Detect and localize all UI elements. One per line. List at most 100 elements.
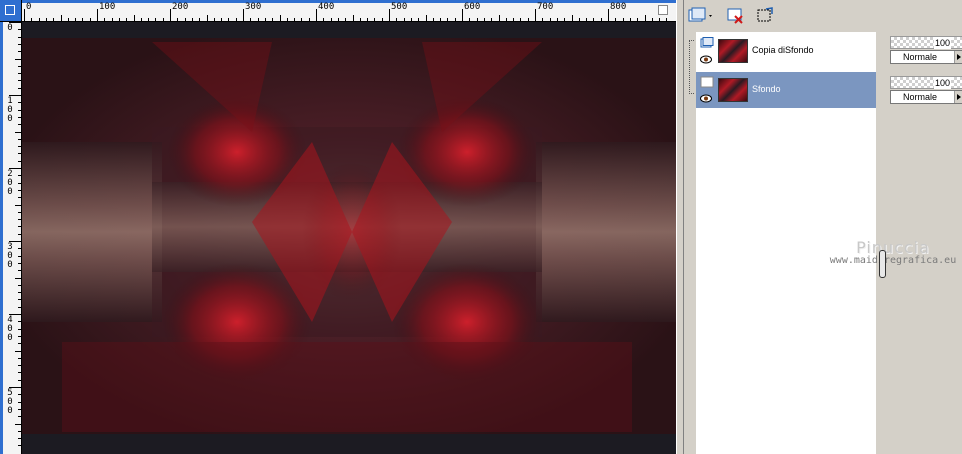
raster-layer-icon [700,37,714,48]
ruler-tick [323,18,325,21]
ruler-tick [250,18,252,21]
ruler-tick [491,18,493,21]
ruler-tick [18,124,21,126]
ruler-tick [18,219,21,221]
ruler-label: 100 [99,2,116,12]
ruler-tick [520,18,522,21]
ruler-label: 0 [7,23,13,33]
ruler-tick [15,58,21,60]
blend-mode-select[interactable]: Normale [890,90,962,104]
ruler-label: 5 0 0 [7,388,13,416]
ruler-label: 1 0 0 [7,96,13,124]
ruler-tick [454,18,456,21]
ruler-tick [571,15,573,21]
opacity-slider[interactable]: 100 [890,36,962,49]
ruler-tick [18,102,21,104]
ruler-tick [228,18,230,21]
ruler-tick [637,18,639,21]
ruler-tick [18,116,21,118]
ruler-tick [243,9,244,21]
dropdown-arrow-icon[interactable] [954,91,962,103]
ruler-tick [82,18,84,21]
ruler-tick [644,15,646,21]
pane-divider[interactable] [676,0,684,454]
ruler-tick [18,292,21,294]
ruler-tick [418,18,420,21]
ruler-tick [18,284,21,286]
delete-layer-button[interactable] [724,5,748,27]
image-canvas[interactable] [22,22,676,454]
ruler-tick [18,321,21,323]
ruler-tick [18,233,21,235]
ruler-tick [18,270,21,272]
opacity-slider[interactable]: 100 [890,76,962,89]
ruler-tick [272,18,274,21]
ruler-tick [18,430,21,432]
ruler-tick [18,445,21,447]
ruler-tick [15,277,21,279]
ruler-tick [294,18,296,21]
ruler-tick [24,9,25,21]
ruler-tick [18,189,21,191]
layer-row-copia[interactable]: Copia diSfondo [696,33,876,69]
visibility-eye-icon[interactable] [700,94,712,103]
ruler-tick [18,197,21,199]
ruler-tick [18,43,21,45]
ruler-tick [18,29,21,31]
ruler-tick [221,18,223,21]
ruler-tick [97,9,98,21]
ruler-tick [498,15,500,21]
ruler-tick [31,18,33,21]
ruler-tick [564,18,566,21]
ruler-tick [177,18,179,21]
layer-list-splitter[interactable] [878,32,886,454]
canvas-pane: 0 100 200 300 400 500 600 700 800 0 1 0 0 2 0 0 3 0… [0,0,676,454]
ruler-tick [425,15,427,21]
ruler-tick [162,18,164,21]
blend-mode-select[interactable]: Normale [890,50,962,64]
ruler-label: 600 [464,2,481,12]
ruler-tick [629,18,631,21]
ruler-tick [18,36,21,38]
ruler-tick [659,18,661,21]
ruler-tick [67,18,69,21]
ruler-tick [410,18,412,21]
layer-row-sfondo[interactable]: Sfondo [696,72,876,108]
splitter-handle[interactable] [879,250,886,278]
ruler-tick [535,9,536,21]
ruler-tick [235,18,237,21]
ruler-tick [316,9,317,21]
ruler-tick [206,15,208,21]
ruler-end-marker [658,5,668,15]
layer-list: Copia diSfondo Sfondo [696,32,876,454]
new-layer-button[interactable] [686,5,716,27]
ruler-tick [45,18,47,21]
ruler-tick [389,9,390,21]
ruler-tick [15,350,21,352]
ruler-tick [18,182,21,184]
layers-palette: Copia diSfondo Sfondo 100 Normale 100 No… [684,0,962,454]
ruler-tick [301,18,303,21]
ruler-tick [18,80,21,82]
ruler-tick [18,87,21,89]
ruler-tick [18,73,21,75]
ruler-tick [18,401,21,403]
dropdown-arrow-icon[interactable] [954,51,962,63]
ruler-tick [18,226,21,228]
layer-group-bracket [689,40,694,94]
ruler-tick [118,18,120,21]
ruler-tick [447,18,449,21]
ruler-label: 4 0 0 [7,315,13,343]
ruler-tick [279,15,281,21]
ruler-tick [18,343,21,345]
ruler-tick [556,18,558,21]
new-mask-button[interactable] [754,5,778,27]
ruler-tick [18,306,21,308]
ruler-tick [593,18,595,21]
ruler-tick [18,335,21,337]
ruler-tick [15,131,21,133]
visibility-eye-icon[interactable] [700,55,712,64]
ruler-corner[interactable] [0,0,22,22]
ruler-tick [345,18,347,21]
ruler-tick [257,18,259,21]
